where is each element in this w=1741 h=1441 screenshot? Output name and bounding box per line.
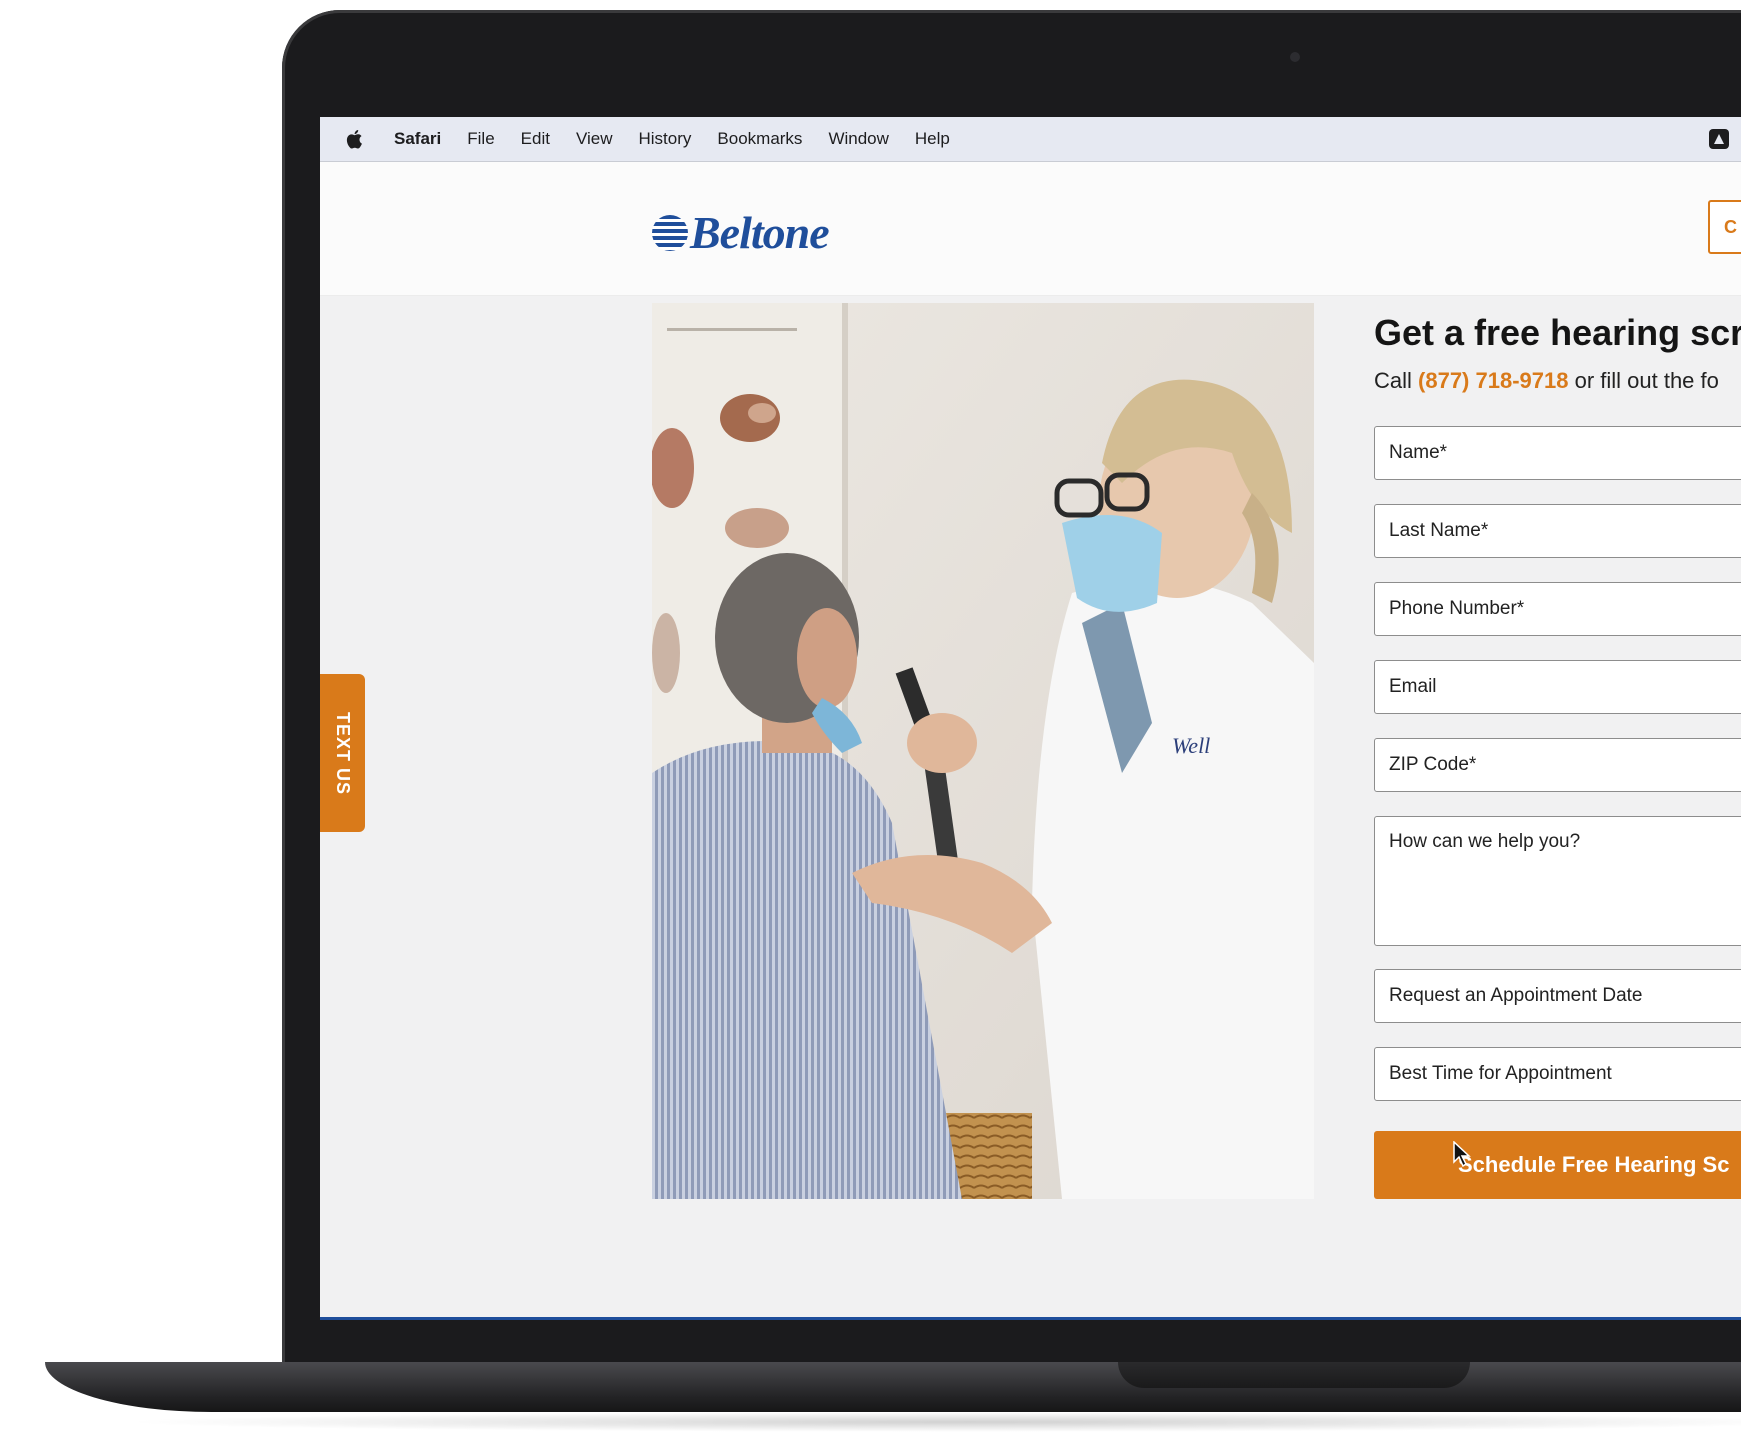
laptop-shadow xyxy=(120,1412,1741,1432)
menu-bookmarks[interactable]: Bookmarks xyxy=(717,129,802,149)
subtitle-prefix: Call xyxy=(1374,368,1419,393)
laptop-screen: Safari File Edit View History Bookmarks … xyxy=(320,117,1741,1320)
menu-history[interactable]: History xyxy=(639,129,692,149)
header-cta-button[interactable]: C xyxy=(1708,200,1741,254)
hero-image: Well xyxy=(652,303,1314,1199)
macos-menubar: Safari File Edit View History Bookmarks … xyxy=(320,117,1741,162)
form-subtitle: Call (877) 718-9718 or fill out the fo xyxy=(1374,368,1719,394)
site-header: Beltone C xyxy=(320,162,1741,296)
phone-number-field[interactable] xyxy=(1374,582,1741,636)
text-us-label: TEXT US xyxy=(333,711,354,795)
svg-text:Well: Well xyxy=(1172,733,1210,758)
appointment-date-field[interactable] xyxy=(1374,969,1741,1023)
appointment-time-field[interactable] xyxy=(1374,1047,1741,1101)
laptop-base xyxy=(45,1362,1741,1412)
logo-text: Beltone xyxy=(690,207,830,258)
schedule-screening-button[interactable]: Schedule Free Hearing Sc xyxy=(1374,1131,1741,1199)
menu-app-safari[interactable]: Safari xyxy=(394,129,441,149)
beltone-globe-icon xyxy=(652,214,688,251)
menu-edit[interactable]: Edit xyxy=(521,129,550,149)
phone-link[interactable]: (877) 718-9718 xyxy=(1418,368,1568,393)
zip-code-field[interactable] xyxy=(1374,738,1741,792)
menu-view[interactable]: View xyxy=(576,129,613,149)
beltone-logo[interactable]: Beltone xyxy=(652,206,830,259)
mouse-cursor-icon xyxy=(1453,1141,1471,1167)
menu-file[interactable]: File xyxy=(467,129,494,149)
camera xyxy=(1290,52,1300,62)
menu-window[interactable]: Window xyxy=(828,129,888,149)
text-us-tab[interactable]: TEXT US xyxy=(320,674,365,832)
status-tray-icon[interactable] xyxy=(1709,129,1729,149)
form-title: Get a free hearing scr xyxy=(1374,312,1741,353)
hero-photo-illustration: Well xyxy=(652,303,1314,1199)
apple-menu-icon[interactable] xyxy=(346,129,364,149)
message-field[interactable] xyxy=(1374,816,1741,946)
first-name-field[interactable] xyxy=(1374,426,1741,480)
screenshot-stage: Safari File Edit View History Bookmarks … xyxy=(0,0,1741,1441)
menu-help[interactable]: Help xyxy=(915,129,950,149)
laptop-base-notch xyxy=(1118,1362,1470,1388)
email-field[interactable] xyxy=(1374,660,1741,714)
screen-bottom-border xyxy=(320,1317,1741,1320)
subtitle-suffix: or fill out the fo xyxy=(1568,368,1719,393)
last-name-field[interactable] xyxy=(1374,504,1741,558)
